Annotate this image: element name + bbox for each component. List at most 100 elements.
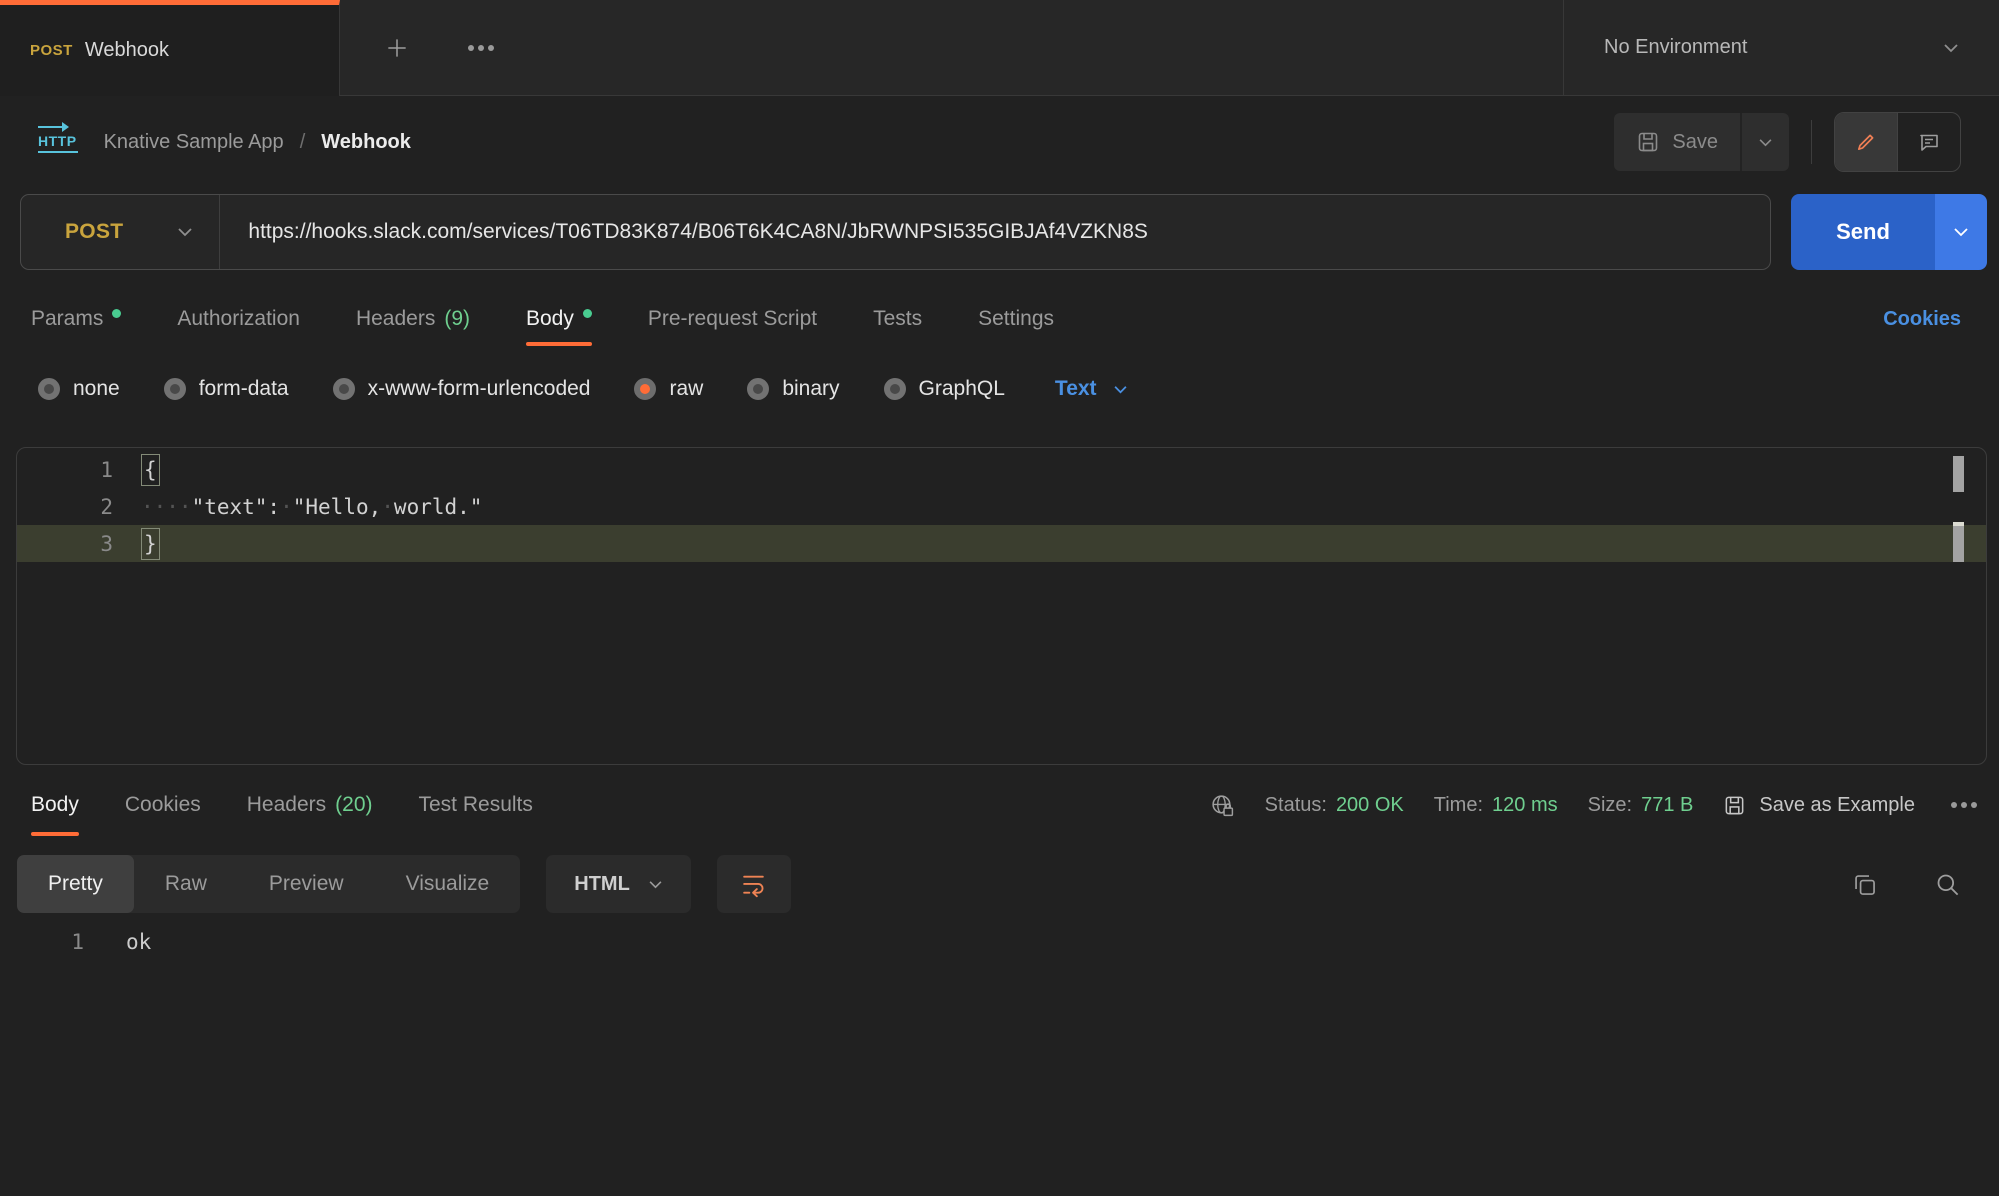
floppy-icon (1636, 130, 1660, 154)
open-brace: { (141, 454, 160, 486)
postman-window: POST Webhook No Environment HTTP Knative… (0, 0, 1999, 1196)
radio-icon (38, 378, 60, 400)
radio-icon (747, 378, 769, 400)
tab-headers[interactable]: Headers (9) (356, 292, 470, 346)
editor-line-current: 3 } (17, 525, 1986, 562)
size-label: Size: (1588, 794, 1632, 817)
body-mode-row: none form-data x-www-form-urlencoded raw… (38, 366, 1128, 412)
time-value: 120 ms (1492, 794, 1558, 817)
response-tab-headers[interactable]: Headers (20) (247, 774, 373, 836)
send-options-button[interactable] (1935, 194, 1987, 270)
word-wrap-icon (740, 871, 767, 898)
radio-icon (333, 378, 355, 400)
edit-comment-group (1834, 112, 1961, 172)
response-tab-body[interactable]: Body (31, 774, 79, 836)
tab-label: Tests (873, 307, 922, 331)
size-value: 771 B (1641, 794, 1693, 817)
tab-options-icon[interactable] (462, 39, 480, 57)
breadcrumb-collection[interactable]: Knative Sample App (104, 131, 284, 154)
raw-language-selector[interactable]: Text (1055, 377, 1128, 401)
language-label: Text (1055, 377, 1097, 401)
scrollbar-marker[interactable] (1953, 456, 1964, 492)
method-selector[interactable]: POST (21, 195, 220, 269)
tab-strip (340, 0, 1563, 96)
response-options-button[interactable] (1945, 796, 1963, 814)
tab-label: Test Results (419, 793, 533, 817)
view-preview[interactable]: Preview (238, 855, 375, 913)
line-number: 1 (0, 930, 84, 954)
tab-pre-request-script[interactable]: Pre-request Script (648, 292, 817, 346)
pencil-icon (1854, 130, 1878, 154)
status-label: Status: (1265, 794, 1327, 817)
headers-count-badge: (9) (444, 307, 470, 331)
chevron-down-icon (1943, 43, 1959, 53)
tab-label: Headers (356, 307, 435, 331)
open-request-tab[interactable]: POST Webhook (0, 0, 340, 96)
chevron-down-icon (177, 227, 193, 237)
radio-label: GraphQL (919, 377, 1005, 401)
response-headers-count-badge: (20) (335, 793, 372, 817)
tab-label: Cookies (125, 793, 201, 817)
divider (1811, 120, 1812, 164)
response-body[interactable]: 1 ok (0, 922, 1999, 962)
more-options-icon (468, 45, 474, 51)
rename-request-button[interactable] (1835, 113, 1897, 171)
tab-label: Body (31, 793, 79, 817)
breadcrumb-request-name[interactable]: Webhook (321, 131, 411, 154)
save-options-button[interactable] (1740, 113, 1789, 171)
response-format-selector[interactable]: HTML (546, 855, 691, 913)
copy-icon[interactable] (1851, 871, 1878, 898)
format-label: HTML (574, 873, 630, 896)
environment-selector[interactable]: No Environment (1563, 0, 1999, 96)
time-stat: Time: 120 ms (1434, 794, 1558, 817)
save-as-example-button[interactable]: Save as Example (1723, 794, 1915, 817)
body-mode-none[interactable]: none (38, 377, 120, 401)
response-toolbar-right (1851, 871, 1961, 898)
response-tab-test-results[interactable]: Test Results (419, 774, 533, 836)
cookies-link[interactable]: Cookies (1883, 308, 1961, 331)
tab-label: Headers (247, 793, 326, 817)
comments-button[interactable] (1897, 113, 1960, 171)
network-globe-lock-icon[interactable] (1210, 793, 1235, 818)
body-mode-graphql[interactable]: GraphQL (884, 377, 1005, 401)
time-label: Time: (1434, 794, 1483, 817)
scrollbar-cursor-marker[interactable] (1953, 522, 1964, 562)
chevron-down-icon (648, 880, 663, 889)
chevron-down-icon (1953, 227, 1969, 237)
request-section-tabs: Params Authorization Headers (9) Body Pr… (31, 292, 1961, 346)
body-mode-form-data[interactable]: form-data (164, 377, 289, 401)
environment-label: No Environment (1604, 36, 1747, 59)
close-brace: } (141, 528, 160, 560)
tab-settings[interactable]: Settings (978, 292, 1054, 346)
breadcrumb-row: HTTP Knative Sample App / Webhook Save (0, 96, 1999, 188)
tab-params[interactable]: Params (31, 292, 121, 346)
view-pretty[interactable]: Pretty (17, 855, 134, 913)
line-number: 1 (17, 458, 141, 482)
tab-authorization[interactable]: Authorization (177, 292, 300, 346)
tab-label: Params (31, 307, 103, 331)
url-input[interactable]: https://hooks.slack.com/services/T06TD83… (220, 220, 1770, 244)
view-visualize[interactable]: Visualize (375, 855, 521, 913)
send-button[interactable]: Send (1791, 194, 1935, 270)
save-button[interactable]: Save (1614, 113, 1740, 171)
tab-title: Webhook (85, 39, 169, 62)
body-mode-raw[interactable]: raw (634, 377, 703, 401)
view-raw[interactable]: Raw (134, 855, 238, 913)
tab-tests[interactable]: Tests (873, 292, 922, 346)
body-mode-binary[interactable]: binary (747, 377, 839, 401)
tab-label: Settings (978, 307, 1054, 331)
tab-label: Pre-request Script (648, 307, 817, 331)
response-tab-cookies[interactable]: Cookies (125, 774, 201, 836)
params-set-dot (112, 309, 121, 318)
wrap-lines-button[interactable] (717, 855, 791, 913)
http-request-icon: HTTP (38, 131, 78, 153)
search-icon[interactable] (1934, 871, 1961, 898)
new-tab-button[interactable] (378, 29, 416, 67)
tab-body[interactable]: Body (526, 292, 592, 346)
request-actions: Save (1614, 112, 1961, 172)
body-mode-urlencoded[interactable]: x-www-form-urlencoded (333, 377, 591, 401)
request-body-editor[interactable]: 1 { 2 ····"text":·"Hello,·world." 3 } (16, 447, 1987, 765)
tab-label: Authorization (177, 307, 300, 331)
size-stat: Size: 771 B (1588, 794, 1694, 817)
line-number: 2 (17, 495, 141, 519)
